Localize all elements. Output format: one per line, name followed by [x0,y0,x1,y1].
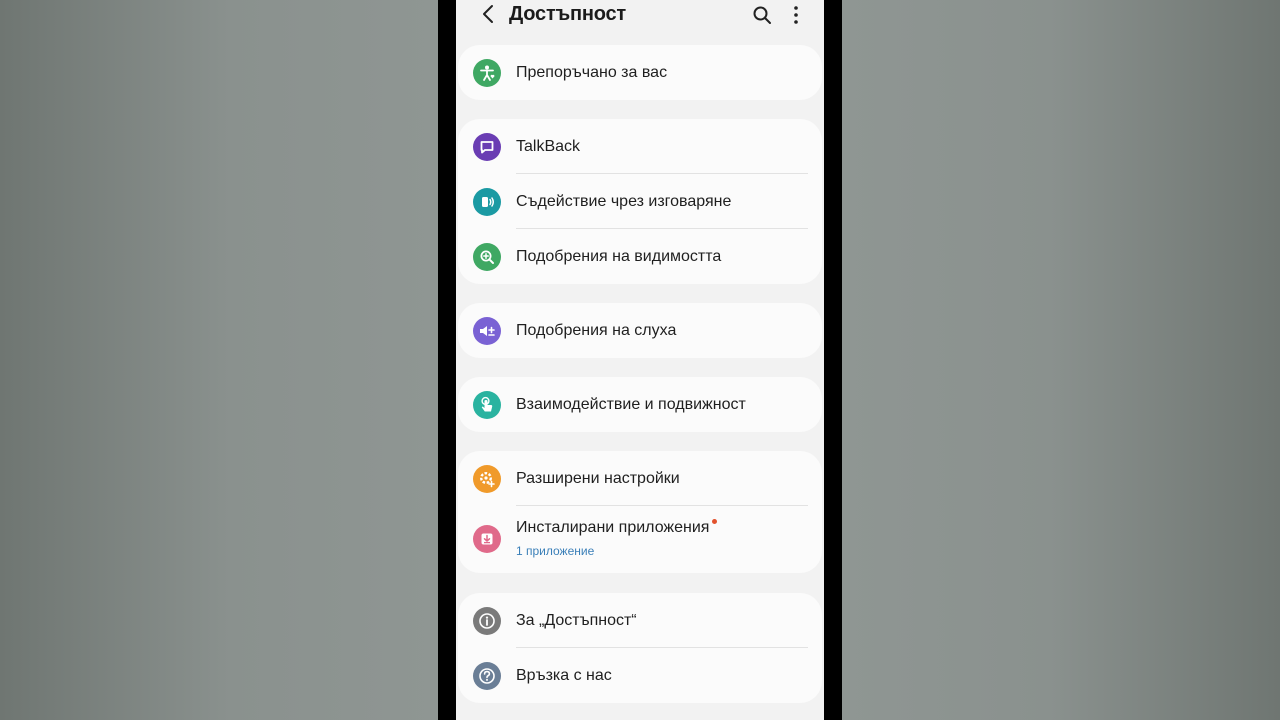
more-options-button[interactable] [783,2,809,28]
settings-item-label: Препоръчано за вас [516,64,668,81]
settings-item-label: Взаимодействие и подвижност [516,396,746,413]
settings-item-interaction[interactable]: Взаимодействие и подвижност [458,377,822,432]
settings-item-label: За „Достъпност“ [516,612,637,629]
settings-item-label-text: Инсталирани приложения [516,519,710,536]
settings-group-about: За „Достъпност“ Връзка с нас [458,593,822,703]
info-icon [473,607,501,635]
hearing-icon [473,317,501,345]
settings-item-subtitle: 1 приложение [516,544,595,558]
settings-item-label: Съдействие чрез изговаряне [516,193,732,210]
settings-group-recommended: Препоръчано за вас [458,45,822,100]
settings-group-interaction: Взаимодействие и подвижност [458,377,822,432]
settings-item-visibility[interactable]: Подобрения на видимостта [458,229,822,284]
settings-item-recommended[interactable]: Препоръчано за вас [458,45,822,100]
notification-dot [712,519,718,524]
magnify-icon [473,243,501,271]
more-vertical-icon [794,6,798,24]
settings-item-label: Разширени настройки [516,470,680,487]
settings-item-advanced[interactable]: Разширени настройки [458,451,822,506]
settings-group-vision: TalkBack Съдействие чрез изговаряне Подо… [458,119,822,284]
settings-item-label: Инсталирани приложения [516,519,718,537]
touch-icon [473,391,501,419]
search-icon [753,6,771,24]
settings-group-hearing: Подобрения на слуха [458,303,822,358]
installed-apps-icon [473,525,501,553]
settings-item-contact[interactable]: Връзка с нас [458,648,822,703]
search-button[interactable] [749,2,775,28]
chevron-left-icon [483,5,493,23]
accessibility-heart-icon [473,59,501,87]
settings-item-installed-apps[interactable]: Инсталирани приложения 1 приложение [458,506,822,573]
settings-item-label: Подобрения на видимостта [516,248,722,265]
settings-item-label: Подобрения на слуха [516,322,677,339]
settings-item-about[interactable]: За „Достъпност“ [458,593,822,648]
speech-assist-icon [473,188,501,216]
settings-screen: Достъпност Препоръчано за вас TalkBack С… [456,0,824,720]
settings-item-speech-assist[interactable]: Съдействие чрез изговаряне [458,174,822,229]
settings-group-advanced: Разширени настройки Инсталирани приложен… [458,451,822,573]
back-button[interactable] [476,2,500,26]
talkback-icon [473,133,501,161]
settings-item-hearing[interactable]: Подобрения на слуха [458,303,822,358]
page-title: Достъпност [509,3,626,25]
settings-item-talkback[interactable]: TalkBack [458,119,822,174]
settings-item-label: TalkBack [516,138,581,155]
help-icon [473,662,501,690]
app-bar: Достъпност [456,0,824,32]
advanced-settings-icon [473,465,501,493]
phone-frame: Достъпност Препоръчано за вас TalkBack С… [438,0,842,720]
settings-item-label: Връзка с нас [516,667,612,684]
